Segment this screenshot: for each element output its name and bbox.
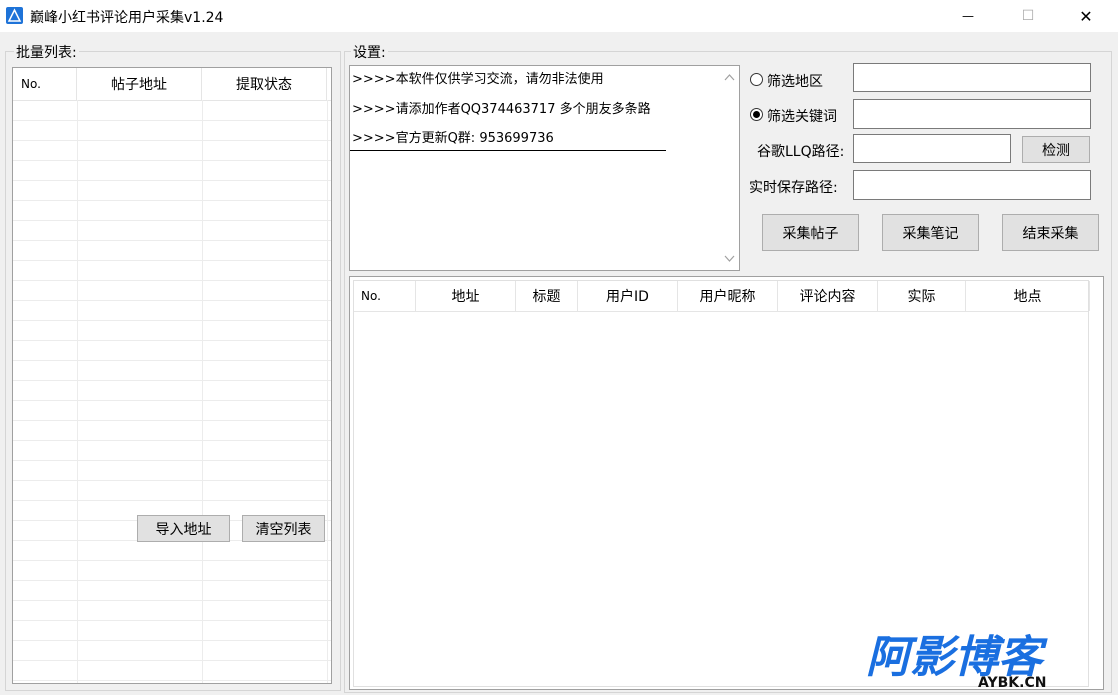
close-icon: ✕ [1079,6,1093,26]
maximize-icon: ☐ [1021,8,1035,24]
column-header-title[interactable]: 标题 [516,281,578,311]
import-address-button[interactable]: 导入地址 [137,515,230,542]
column-header-nickname[interactable]: 用户昵称 [678,281,778,311]
scroll-up-icon [724,74,735,81]
close-button[interactable]: ✕ [1063,0,1109,32]
grid-line [13,240,331,241]
maximize-button[interactable]: ☐ [1005,0,1051,32]
results-table[interactable]: No. 地址 标题 用户ID 用户昵称 评论内容 实际 地点 [349,276,1104,690]
log-textarea[interactable]: >>>>本软件仅供学习交流，请勿非法使用 >>>>请添加作者QQ37446371… [349,65,740,271]
log-line: >>>>官方更新Q群: 953699736 [352,131,554,146]
grid-line [13,280,331,281]
filter-keyword-label[interactable]: 筛选关键词 [767,106,837,126]
results-table-body[interactable]: No. 地址 标题 用户ID 用户昵称 评论内容 实际 地点 [353,280,1090,687]
grid-line [13,560,331,561]
log-scrollbar[interactable] [720,66,739,270]
app-icon [6,7,23,24]
minimize-icon: — [962,9,974,23]
grid-line [13,480,331,481]
batch-list-label: 批量列表: [14,42,79,62]
column-header-no[interactable]: No. [354,281,416,311]
chrome-path-label: 谷歌LLQ路径: [757,144,845,160]
grid-line [13,380,331,381]
grid-line [202,100,203,683]
batch-list-header: No. 帖子地址 提取状态 [13,68,331,101]
save-path-input[interactable] [853,170,1091,200]
filter-keyword-radio[interactable] [750,108,763,121]
collect-posts-button[interactable]: 采集帖子 [762,214,859,251]
grid-line [327,100,328,683]
grid-line [13,500,331,501]
column-header-actual[interactable]: 实际 [878,281,966,311]
stop-collect-button[interactable]: 结束采集 [1002,214,1099,251]
filter-region-label[interactable]: 筛选地区 [767,71,823,91]
grid-line [13,160,331,161]
batch-list-table[interactable]: No. 帖子地址 提取状态 导入地址 清空列表 [12,67,332,684]
chrome-path-input[interactable] [853,134,1011,163]
column-header-address[interactable]: 地址 [416,281,516,311]
settings-label: 设置: [351,42,388,62]
grid-line [13,680,331,681]
grid-line [13,440,331,441]
grid-line [13,460,331,461]
clear-list-button[interactable]: 清空列表 [242,515,325,542]
filter-region-radio[interactable] [750,73,763,86]
watermark-logo: 阿影博客 AYBK.CN [866,630,1101,692]
minimize-button[interactable]: — [945,0,991,32]
grid-line [13,660,331,661]
divider [350,150,666,151]
grid-line [13,180,331,181]
log-line: >>>>请添加作者QQ374463717 多个朋友多条路 [352,102,651,117]
grid-line [13,220,331,221]
grid-line [13,640,331,641]
column-header-comment[interactable]: 评论内容 [778,281,878,311]
grid-line [13,200,331,201]
grid-line [13,120,331,121]
filter-region-input[interactable] [853,63,1091,92]
results-header: No. 地址 标题 用户ID 用户昵称 评论内容 实际 地点 [354,281,1090,312]
window-title: 巅峰小红书评论用户采集v1.24 [30,10,224,26]
watermark-sub: AYBK.CN [978,675,1046,688]
grid-line [13,420,331,421]
grid-line [13,340,331,341]
grid-line [13,400,331,401]
scroll-down-icon [724,255,735,262]
grid-line [13,600,331,601]
grid-line [13,260,331,261]
column-header-user-id[interactable]: 用户ID [578,281,678,311]
grid-line [13,580,331,581]
column-header-status[interactable]: 提取状态 [202,68,327,100]
grid-line [13,300,331,301]
filter-keyword-input[interactable] [853,99,1091,129]
column-header-location[interactable]: 地点 [966,281,1090,311]
log-line: >>>>本软件仅供学习交流，请勿非法使用 [352,72,604,87]
column-header-no[interactable]: No. [13,68,77,100]
grid-line [13,620,331,621]
column-header-post-url[interactable]: 帖子地址 [77,68,202,100]
collect-notes-button[interactable]: 采集笔记 [882,214,979,251]
grid-line [13,320,331,321]
check-button[interactable]: 检测 [1022,136,1090,163]
grid-line [77,100,78,683]
grid-line [13,360,331,361]
grid-line [13,140,331,141]
save-path-label: 实时保存路径: [749,180,838,196]
title-bar: 巅峰小红书评论用户采集v1.24 — ☐ ✕ [0,0,1118,32]
